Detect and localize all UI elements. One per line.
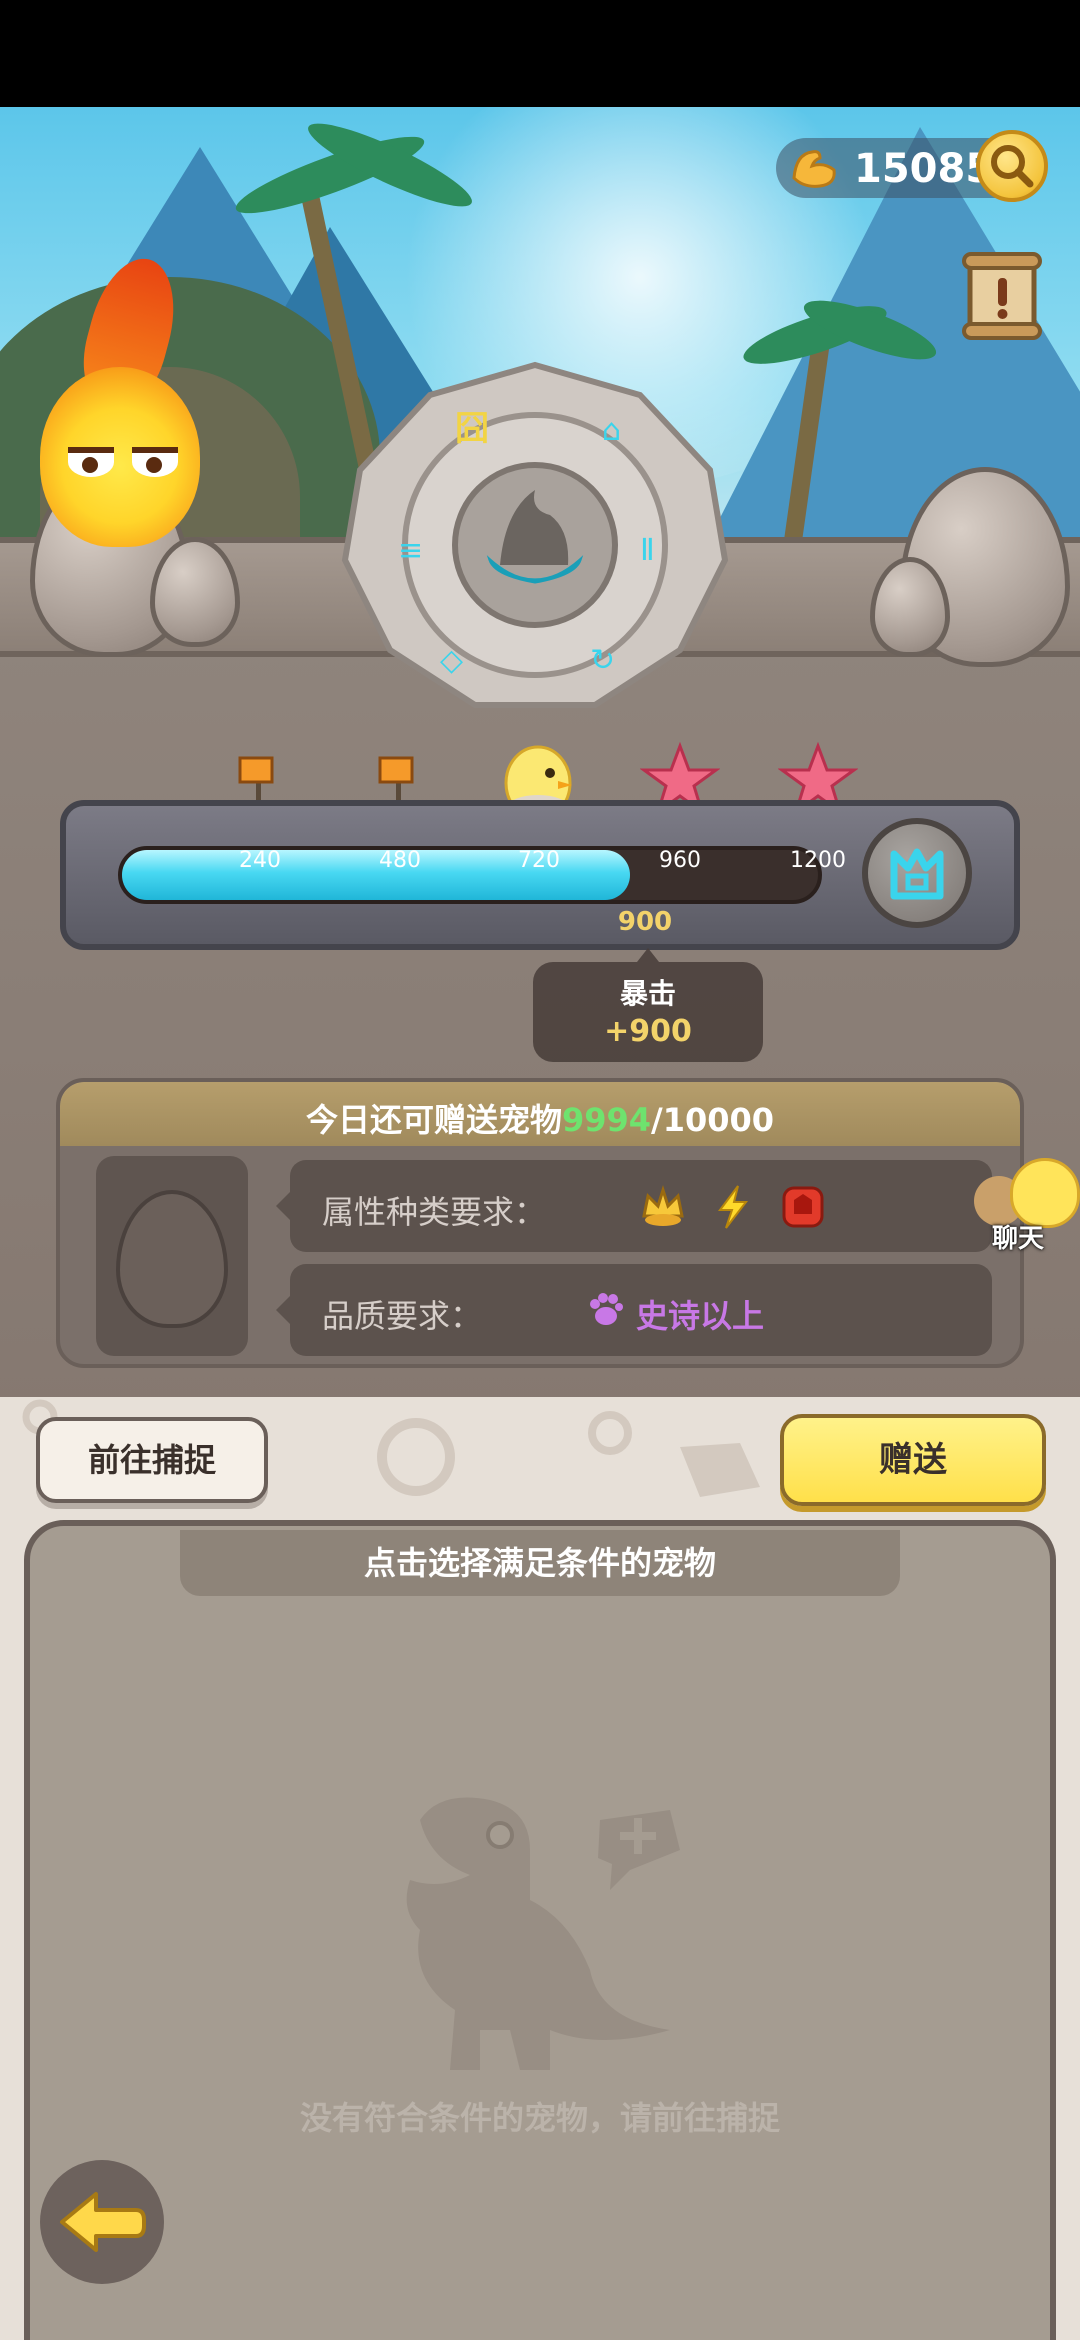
chat-label: 聊天 [992,1224,1045,1254]
gift-limit-text: 今日还可赠送宠物9994/10000 [60,1095,1020,1141]
quest-scroll-button[interactable] [960,250,1044,342]
current-progress-value: 900 [617,907,673,937]
eye [132,447,178,477]
eye [68,447,114,477]
tick-label: 720 [518,848,560,873]
chat-button[interactable]: 聊天 [974,1150,1080,1260]
scroll-icon [962,252,1042,340]
go-capture-button[interactable]: 前往捕捉 [36,1417,268,1503]
tick-label: 240 [239,848,281,873]
paw-icon [590,1293,623,1325]
quality-label: 品质要求： [322,1297,483,1335]
empty-message: 没有符合条件的宠物，请前往捕捉 [299,2099,780,2137]
crit-tooltip: 暴击 +900 [533,948,763,1062]
tick-label: 1200 [790,848,846,873]
gift-button[interactable]: 赠送 [780,1414,1046,1506]
currency-value: 15085 [854,146,994,192]
status-bar [0,0,1080,107]
crown-icon [642,1184,684,1226]
search-icon [991,145,1034,188]
fire-spirit-pet[interactable] [30,249,210,557]
svg-text:囧: 囧 [455,409,489,449]
quality-value: 史诗以上 [636,1297,765,1335]
search-button[interactable] [976,130,1048,202]
pet-selection-hint: 点击选择满足条件的宠物 [363,1544,716,1582]
pet-slot[interactable] [96,1156,248,1356]
gift-limit-prefix: 今日还可赠送宠物 [305,1101,562,1139]
back-arrow-icon [60,2192,146,2252]
svg-text:⌂: ⌂ [602,413,621,448]
gift-total: /10000 [651,1101,775,1139]
svg-text:↻: ↻ [590,643,615,678]
rune-icon [890,848,944,900]
progress-bar [118,846,822,904]
svg-text:◇: ◇ [440,643,463,678]
crit-title: 暴击 [619,977,676,1010]
attribute-label: 属性种类要求： [322,1193,547,1231]
pet-selection-header: 点击选择满足条件的宠物 [180,1530,900,1596]
back-button[interactable] [40,2160,164,2284]
gift-label: 赠送 [879,1440,947,1480]
attribute-requirement-row: 属性种类要求： [276,1160,992,1252]
tick-label: 480 [379,848,421,873]
requirement-panel: 今日还可赠送宠物9994/10000 属性种类要求： 品质要求： 史诗以上 [56,1078,1024,1368]
svg-text:Ⅱ: Ⅱ [640,533,655,568]
lightning-icon [718,1185,749,1229]
tick-label: 960 [659,848,701,873]
egg-placeholder-icon [116,1190,228,1328]
red-gem-icon [782,1186,824,1228]
quality-requirement-row: 品质要求： 史诗以上 [276,1264,992,1356]
final-reward-button[interactable] [862,818,972,928]
gift-remaining: 9994 [561,1101,652,1139]
svg-text:≡: ≡ [398,533,423,568]
requirement-header: 今日还可赠送宠物9994/10000 [60,1082,1020,1146]
arm-icon [792,150,836,188]
altar-dial[interactable]: 囧 ⌂ Ⅱ ≡ ◇ ↻ [340,360,730,710]
dinosaur-placeholder-icon [406,1797,680,2070]
go-capture-label: 前往捕捉 [87,1441,216,1479]
crit-value: +900 [604,1014,692,1049]
